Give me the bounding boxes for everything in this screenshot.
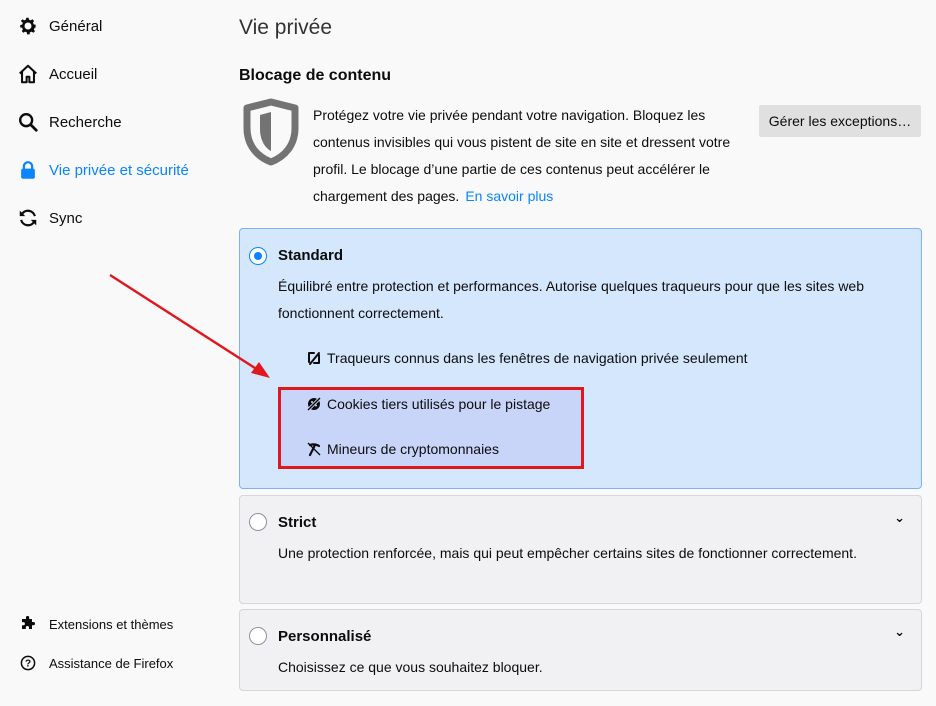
feature-cookies: Cookies tiers utilisés pour le pistage — [306, 392, 550, 416]
chevron-down-icon[interactable]: ⌄ — [894, 624, 905, 640]
section-title: Blocage de contenu — [239, 67, 392, 84]
feature-label: Traqueurs connus dans les fenêtres de na… — [327, 350, 748, 366]
svg-text:?: ? — [25, 659, 31, 670]
sidebar-footer-label: Assistance de Firefox — [49, 655, 174, 671]
feature-cryptominers: Mineurs de cryptomonnaies — [306, 437, 499, 461]
sidebar-footer-extensions[interactable]: Extensions et thèmes — [18, 613, 173, 635]
shield-icon — [243, 98, 299, 166]
chevron-down-icon[interactable]: ⌄ — [894, 510, 905, 526]
strict-description: Une protection renforcée, mais qui peut … — [278, 545, 857, 561]
custom-description: Choisissez ce que vous souhaitez bloquer… — [278, 659, 543, 675]
gear-icon — [16, 14, 40, 38]
option-custom-card[interactable]: Personnalisé ⌄ Choisissez ce que vous so… — [239, 609, 922, 691]
tracker-icon — [306, 350, 322, 366]
learn-more-link[interactable]: En savoir plus — [465, 188, 553, 204]
sidebar-item-label: Général — [49, 17, 103, 35]
cryptominer-icon — [306, 441, 322, 457]
feature-label: Mineurs de cryptomonnaies — [327, 441, 499, 457]
sidebar-item-home[interactable]: Accueil — [16, 59, 97, 89]
feature-label: Cookies tiers utilisés pour le pistage — [327, 396, 551, 412]
sidebar-item-label: Sync — [49, 209, 83, 227]
sidebar-item-label: Vie privée et sécurité — [49, 161, 189, 179]
home-icon — [16, 62, 40, 86]
custom-radio[interactable] — [249, 627, 267, 645]
standard-label: Standard — [278, 247, 344, 264]
help-icon: ? — [18, 653, 38, 673]
strict-label: Strict — [278, 514, 317, 531]
option-standard-card[interactable]: Standard Équilibré entre protection et p… — [239, 228, 922, 489]
cookie-icon — [306, 396, 322, 412]
sidebar-item-search[interactable]: Recherche — [16, 107, 122, 137]
sidebar-footer-label: Extensions et thèmes — [49, 616, 174, 632]
sidebar-item-general[interactable]: Général — [16, 11, 102, 41]
sync-icon — [16, 206, 40, 230]
sidebar-footer-help[interactable]: ? Assistance de Firefox — [18, 652, 173, 674]
content-blocking-description: Protégez votre vie privée pendant votre … — [313, 102, 743, 210]
custom-label: Personnalisé — [278, 628, 372, 645]
sidebar: Général Accueil Recherche Vie privée et … — [0, 0, 230, 706]
lock-icon — [16, 158, 40, 182]
standard-radio[interactable] — [249, 247, 267, 265]
puzzle-icon — [18, 614, 38, 634]
sidebar-item-label: Recherche — [49, 113, 122, 131]
sidebar-item-privacy[interactable]: Vie privée et sécurité — [16, 155, 189, 185]
feature-trackers: Traqueurs connus dans les fenêtres de na… — [306, 346, 748, 370]
option-strict-card[interactable]: Strict ⌄ Une protection renforcée, mais … — [239, 495, 922, 604]
strict-radio[interactable] — [249, 513, 267, 531]
sidebar-item-label: Accueil — [49, 65, 98, 83]
manage-exceptions-button[interactable]: Gérer les exceptions… — [759, 105, 921, 137]
standard-description: Équilibré entre protection et performanc… — [278, 278, 865, 321]
search-icon — [16, 110, 40, 134]
sidebar-item-sync[interactable]: Sync — [16, 203, 82, 233]
page-title: Vie privée — [239, 16, 333, 39]
